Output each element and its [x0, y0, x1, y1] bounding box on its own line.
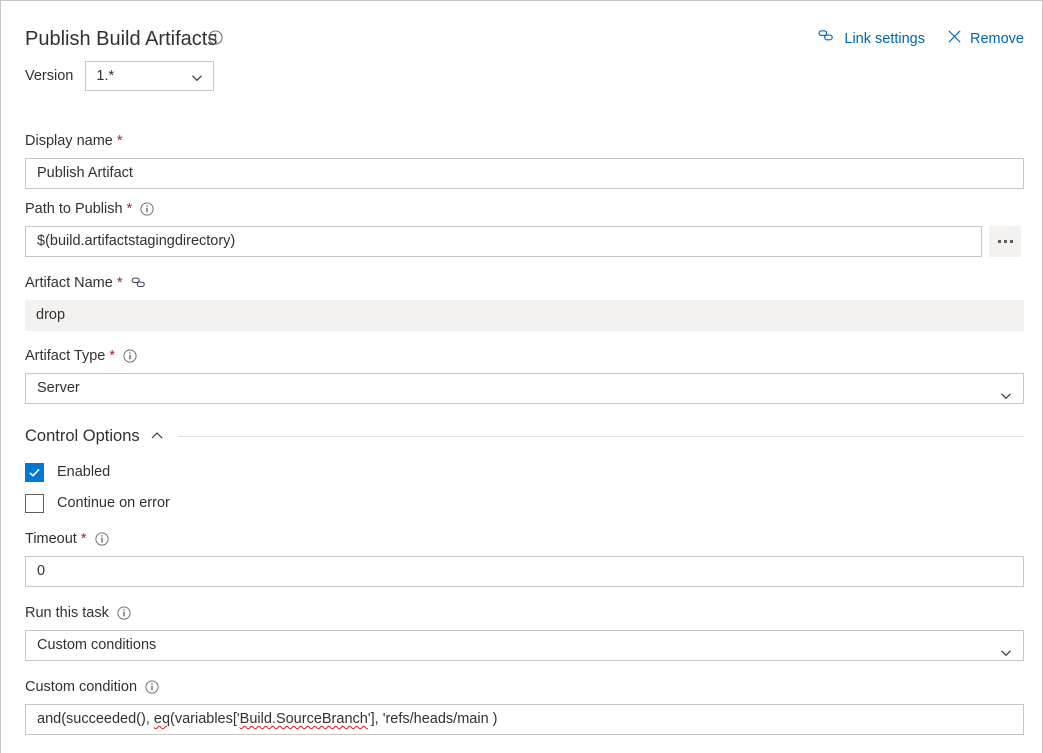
chevron-down-icon: [1000, 641, 1012, 670]
enabled-label: Enabled: [57, 464, 111, 480]
link-settings-label: Link settings: [844, 31, 925, 47]
chevron-up-icon[interactable]: [150, 429, 164, 443]
section-title: Control Options: [25, 427, 140, 445]
artifact-type-label: Artifact Type *: [25, 346, 1024, 366]
path-to-publish-label: Path to Publish *: [25, 199, 1024, 219]
remove-label: Remove: [970, 31, 1024, 47]
page-title: Publish Build Artifacts: [25, 28, 218, 50]
custom-condition-text-suffix: '], 'refs/heads/main ): [367, 711, 498, 727]
ellipsis-icon: [997, 240, 1001, 243]
artifact-type-value: Server: [37, 380, 80, 396]
version-label: Version: [25, 68, 74, 84]
continue-on-error-checkbox[interactable]: [25, 493, 44, 513]
path-input-group: $(build.artifactstagingdirectory): [25, 226, 1024, 257]
required-marker: *: [116, 133, 123, 149]
custom-condition-text-prefix: and(succeeded(),: [37, 711, 154, 727]
path-to-publish-input[interactable]: $(build.artifactstagingdirectory): [25, 226, 982, 257]
enabled-checkbox-row[interactable]: Enabled: [25, 462, 110, 482]
close-icon: [947, 29, 962, 50]
ellipsis-icon: [1003, 240, 1007, 243]
chevron-down-icon: [1000, 384, 1012, 413]
info-icon[interactable]: [208, 30, 223, 50]
version-value: 1.*: [96, 68, 115, 84]
info-icon[interactable]: [117, 606, 131, 620]
control-options-section-header[interactable]: Control Options: [25, 425, 1024, 447]
display-name-field: Display name * Publish Artifact: [25, 131, 1024, 189]
display-name-input[interactable]: Publish Artifact: [25, 158, 1024, 189]
link-icon[interactable]: [131, 276, 147, 290]
continue-on-error-checkbox-row[interactable]: Continue on error: [25, 493, 170, 513]
required-marker: *: [109, 348, 115, 364]
timeout-field: Timeout * 0: [25, 529, 1024, 587]
browse-path-button[interactable]: [989, 226, 1021, 257]
artifact-type-select[interactable]: Server: [25, 373, 1024, 404]
display-name-label: Display name *: [25, 133, 123, 149]
info-icon[interactable]: [145, 680, 159, 694]
custom-condition-input[interactable]: and(succeeded(), eq(variables['Build.Sou…: [25, 704, 1024, 735]
custom-condition-misspelled-eq: eq: [153, 711, 171, 727]
version-row: Version 1.*: [25, 61, 215, 91]
timeout-input[interactable]: 0: [25, 556, 1024, 587]
link-settings-button[interactable]: Link settings: [818, 28, 925, 50]
path-to-publish-field: Path to Publish * $(build.artifactstagin…: [25, 199, 1024, 257]
artifact-name-label: Artifact Name *: [25, 273, 1024, 293]
run-this-task-field: Run this task Custom conditions: [25, 603, 1024, 661]
continue-on-error-label: Continue on error: [57, 495, 170, 511]
chevron-down-icon: [191, 71, 203, 89]
section-divider: [177, 435, 1024, 437]
version-select[interactable]: 1.*: [85, 61, 215, 91]
task-editor-panel: Publish Build Artifacts Link settings Re…: [0, 0, 1043, 753]
required-marker: *: [116, 275, 123, 291]
custom-condition-text-mid: (variables[': [170, 711, 240, 727]
custom-condition-label: Custom condition: [25, 677, 1024, 697]
required-marker: *: [80, 531, 87, 547]
header-actions: Link settings Remove: [818, 28, 1024, 50]
artifact-name-input: drop: [25, 300, 1024, 331]
info-icon[interactable]: [94, 532, 109, 546]
link-icon: [818, 28, 836, 50]
artifact-name-field: Artifact Name * drop: [25, 273, 1024, 331]
ellipsis-icon: [1009, 240, 1013, 243]
run-this-task-label: Run this task: [25, 603, 1024, 623]
enabled-checkbox[interactable]: [25, 462, 44, 482]
required-marker: *: [126, 201, 133, 217]
artifact-type-field: Artifact Type * Server: [25, 346, 1024, 404]
info-icon[interactable]: [123, 349, 137, 363]
custom-condition-misspelled-variable: Build.SourceBranch: [239, 711, 368, 727]
custom-condition-field: Custom condition and(succeeded(), eq(var…: [25, 677, 1024, 735]
task-header: Publish Build Artifacts Link settings Re…: [25, 25, 1024, 55]
run-this-task-select[interactable]: Custom conditions: [25, 630, 1024, 661]
timeout-label: Timeout *: [25, 529, 1024, 549]
run-this-task-value: Custom conditions: [37, 637, 157, 653]
remove-button[interactable]: Remove: [947, 29, 1024, 50]
info-icon[interactable]: [140, 202, 154, 216]
